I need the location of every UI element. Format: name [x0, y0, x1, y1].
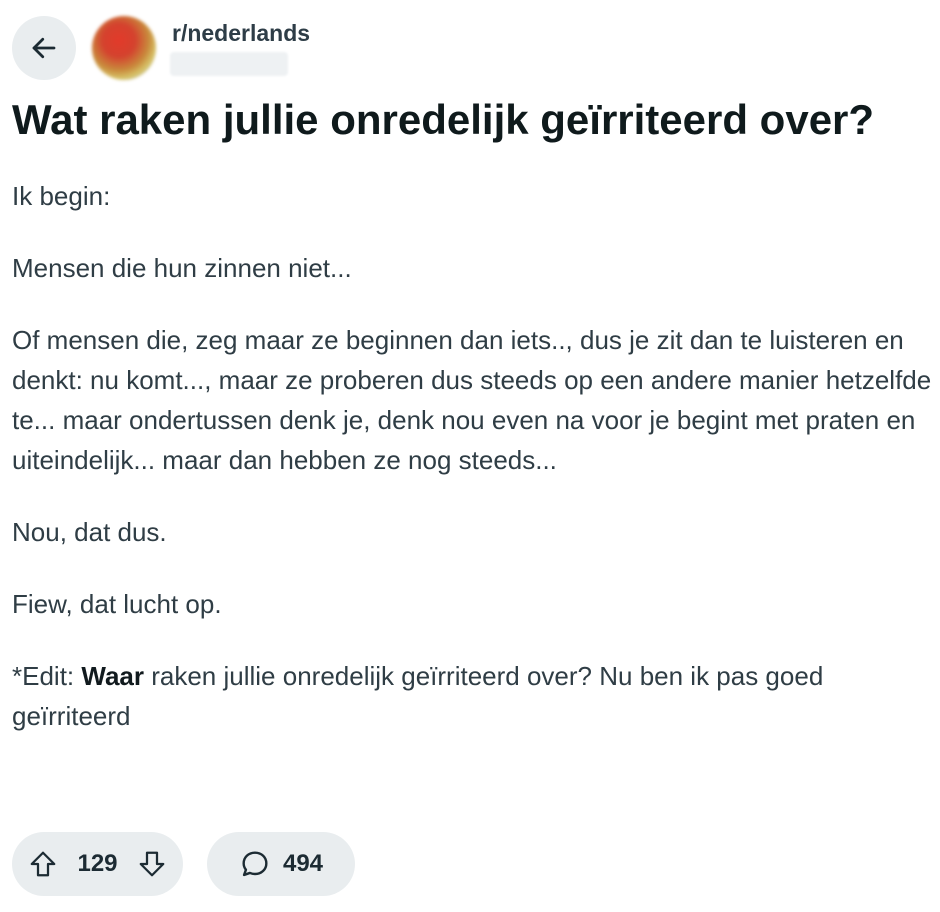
- upvote-button[interactable]: [28, 849, 58, 879]
- subreddit-name[interactable]: r/nederlands: [172, 20, 310, 47]
- edit-prefix: *Edit:: [12, 661, 82, 691]
- vote-count: 129: [77, 850, 118, 877]
- post-header: r/nederlands: [12, 14, 912, 84]
- post-paragraph: Of mensen die, zeg maar ze beginnen dan …: [12, 325, 932, 475]
- comments-button[interactable]: 494: [207, 832, 355, 896]
- arrow-up-icon: [30, 851, 56, 877]
- comment-count: 494: [282, 850, 324, 877]
- arrow-down-icon: [139, 851, 165, 877]
- post-paragraph: Nou, dat dus.: [12, 517, 167, 547]
- post-paragraph: Fiew, dat lucht op.: [12, 589, 222, 619]
- post-actions: 129 494: [12, 832, 355, 896]
- author-name-redacted: [170, 52, 288, 76]
- edit-bold-word: Waar: [81, 661, 144, 691]
- post-edit-note: *Edit: Waar raken jullie onredelijk geïr…: [12, 656, 932, 736]
- post-paragraph: Ik begin:: [12, 181, 111, 211]
- vote-bar: 129: [12, 832, 183, 896]
- downvote-button[interactable]: [137, 849, 167, 879]
- post-title: Wat raken jullie onredelijk geïrriteerd …: [12, 96, 875, 143]
- arrow-left-icon: [32, 37, 56, 59]
- speech-bubble-icon: [242, 851, 268, 877]
- subreddit-avatar[interactable]: [92, 16, 156, 80]
- back-button[interactable]: [12, 16, 76, 80]
- post-body: Ik begin: Mensen die hun zinnen niet... …: [12, 176, 932, 736]
- post-paragraph: Mensen die hun zinnen niet...: [12, 253, 352, 283]
